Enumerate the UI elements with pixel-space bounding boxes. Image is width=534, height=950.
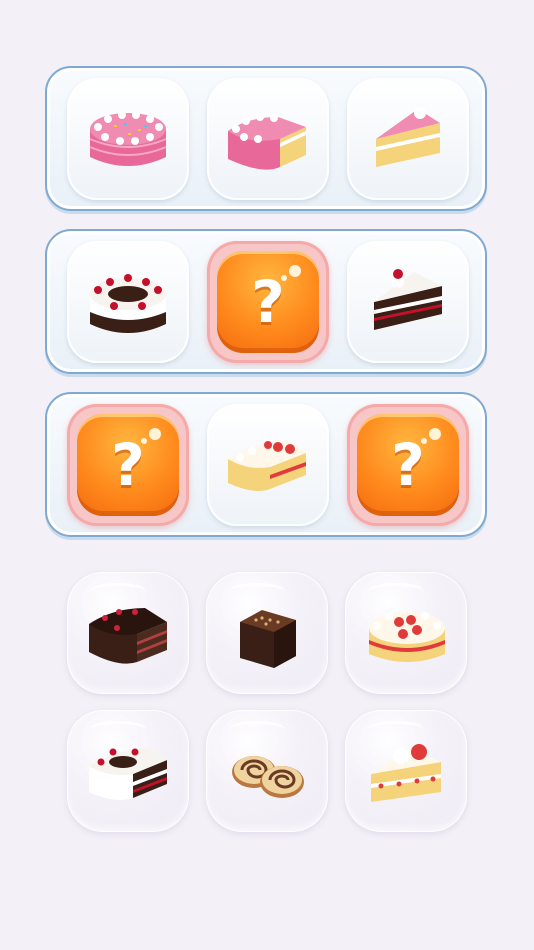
black-forest-cake-icon: [78, 252, 178, 352]
tray-item[interactable]: [345, 710, 467, 832]
tray-item[interactable]: [67, 710, 189, 832]
mystery-box[interactable]: ?: [217, 251, 319, 353]
board-slot: [67, 78, 189, 200]
strawberry-cake-cut-icon: [218, 415, 318, 515]
strawberry-cream-cake-icon: [357, 584, 457, 684]
hidden-slot[interactable]: ?: [67, 404, 189, 526]
question-mark-icon: ?: [391, 431, 425, 499]
chocolate-brownie-icon: [218, 584, 318, 684]
mystery-box[interactable]: ?: [357, 414, 459, 516]
mystery-box[interactable]: ?: [77, 414, 179, 516]
board-slot: [347, 241, 469, 363]
black-forest-cake-cut-icon: [79, 722, 179, 822]
board-row-3: ? ?: [45, 392, 487, 537]
tray-item[interactable]: [345, 572, 467, 694]
question-mark-icon: ?: [251, 268, 285, 336]
question-mark-icon: ?: [111, 431, 145, 499]
tray-item[interactable]: [67, 572, 189, 694]
board-slot: [207, 404, 329, 526]
tray-item[interactable]: [206, 710, 328, 832]
hidden-slot[interactable]: ?: [207, 241, 329, 363]
hidden-slot[interactable]: ?: [347, 404, 469, 526]
tray-item[interactable]: [206, 572, 328, 694]
pink-cake-slice-icon: [358, 89, 458, 189]
board-row-2: ?: [45, 229, 487, 374]
chocolate-cake-cut-icon: [79, 584, 179, 684]
pink-sprinkle-cake-icon: [78, 89, 178, 189]
black-forest-slice-icon: [358, 252, 458, 352]
pink-cake-cut-icon: [218, 89, 318, 189]
board-slot: [67, 241, 189, 363]
board-slot: [347, 78, 469, 200]
board-row-1: [45, 66, 487, 211]
board-slot: [207, 78, 329, 200]
swiss-roll-icon: [218, 722, 318, 822]
strawberry-shortcake-slice-icon: [357, 722, 457, 822]
